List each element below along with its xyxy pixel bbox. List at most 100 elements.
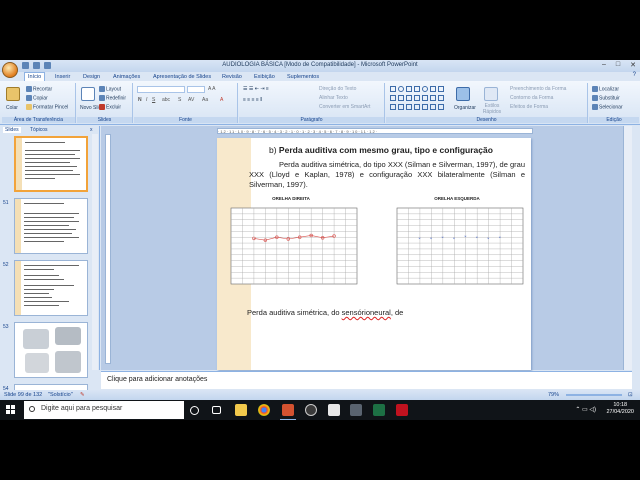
task-view-icon[interactable] — [212, 406, 221, 414]
fit-window-icon[interactable]: ⊡ — [628, 392, 633, 398]
font-color-icon[interactable]: A — [220, 97, 223, 103]
reset-button[interactable]: Redefinir — [99, 95, 126, 101]
triangle-shape-icon[interactable] — [438, 86, 444, 92]
smartart-button[interactable]: Converter em SmartArt — [319, 104, 370, 110]
pdf-reader-icon[interactable] — [396, 404, 408, 416]
strikethrough-icon[interactable]: abc — [162, 97, 170, 103]
layout-button[interactable]: Layout — [99, 86, 121, 92]
slide-canvas[interactable]: b) Perda auditiva com mesmo grau, tipo e… — [217, 138, 531, 370]
cortana-icon[interactable] — [190, 406, 199, 415]
slide-heading[interactable]: b) Perda auditiva com mesmo grau, tipo e… — [269, 145, 493, 155]
replace-button[interactable]: Substituir — [592, 95, 620, 101]
align-text-button[interactable]: Alinhar Texto — [319, 95, 348, 101]
arrange-button[interactable]: Organizar — [454, 105, 476, 111]
powerpoint-icon[interactable] — [280, 404, 296, 420]
copy-button[interactable]: Copiar — [26, 95, 48, 101]
notes-pane[interactable]: Clique para adicionar anotações — [101, 371, 632, 389]
tab-slides[interactable]: Slides — [3, 127, 21, 133]
office-button[interactable] — [2, 62, 18, 78]
spacing-icon[interactable]: AV — [188, 97, 194, 103]
oval-shape-icon[interactable] — [398, 86, 404, 92]
italic-icon[interactable]: I — [146, 97, 147, 103]
block-arrow-shape-icon[interactable] — [438, 95, 444, 101]
rectangle-shape-icon[interactable] — [390, 86, 396, 92]
close-panel-icon[interactable]: x — [90, 127, 93, 133]
arrow-shape-icon[interactable] — [398, 95, 404, 101]
zoom-slider[interactable] — [566, 394, 622, 396]
shadow-icon[interactable]: S — [178, 97, 181, 103]
brace-shape-icon[interactable] — [414, 95, 420, 101]
taskbar-clock[interactable]: 10:18 27/04/2020 — [606, 402, 634, 416]
slide-thumbnail[interactable] — [0, 136, 96, 194]
cut-button[interactable]: Recortar — [26, 86, 52, 92]
calculator-icon[interactable] — [350, 404, 362, 416]
heart-shape-icon[interactable] — [414, 104, 420, 110]
slide-scrollbar[interactable] — [623, 126, 632, 370]
close-icon[interactable]: ✕ — [630, 61, 636, 69]
select-button[interactable]: Selecionar — [592, 104, 623, 110]
delete-button[interactable]: Excluir — [99, 104, 121, 110]
bracket-shape-icon[interactable] — [430, 104, 436, 110]
lightning-shape-icon[interactable] — [422, 104, 428, 110]
curve-shape-icon[interactable] — [390, 104, 396, 110]
find-button[interactable]: Localizar — [592, 86, 619, 92]
font-size-field[interactable] — [187, 86, 205, 93]
change-case-icon[interactable]: Aa — [202, 97, 208, 103]
maximize-icon[interactable]: □ — [616, 61, 620, 69]
freeform-shape-icon[interactable] — [398, 104, 404, 110]
file-explorer-icon[interactable] — [235, 404, 247, 416]
align-icons[interactable]: ≡ ≡ ≡ ≡ ‖ — [243, 97, 262, 103]
star-shape-icon[interactable] — [422, 95, 428, 101]
panel-scrollbar[interactable] — [92, 134, 98, 370]
textbox-shape-icon[interactable] — [406, 86, 412, 92]
bullets-icon[interactable]: ☰ ☰ ⇤ ⇥ ≡ — [243, 86, 269, 92]
tab-inserir[interactable]: Inserir — [52, 73, 73, 81]
slide-bottom-text[interactable]: Perda auditiva simétrica, do sensórioneu… — [247, 308, 403, 317]
audiogram-right-ear[interactable]: ORELHA DIREITA — [221, 196, 361, 286]
slide-paragraph[interactable]: Perda auditiva simétrica, do tipo XXX (S… — [249, 160, 525, 190]
line-shape-icon[interactable] — [390, 95, 396, 101]
taskbar-search[interactable]: Digite aqui para pesquisar — [24, 401, 184, 419]
tab-topicos[interactable]: Tópicos — [30, 127, 48, 133]
text-direction-button[interactable]: Direção do Texto — [319, 86, 356, 92]
rounded-rect-shape-icon[interactable] — [414, 86, 420, 92]
paste-button[interactable]: Colar — [6, 105, 18, 111]
cloud-shape-icon[interactable] — [438, 104, 444, 110]
spellcheck-icon[interactable]: ✎ — [80, 392, 85, 398]
shape-fill-button[interactable]: Preenchimento da Forma — [510, 86, 566, 92]
tab-revisao[interactable]: Revisão — [219, 73, 245, 81]
quick-styles-button[interactable]: Estilos Rápidos — [480, 103, 504, 115]
square-shape-icon[interactable] — [430, 86, 436, 92]
help-icon[interactable]: ? — [633, 72, 636, 78]
tab-exibicao[interactable]: Exibição — [251, 73, 278, 81]
screen: AUDIOLOGIA BÁSICA [Modo de Compatibilida… — [0, 0, 640, 480]
slide-thumbnail[interactable]: 53 — [0, 322, 96, 380]
shape-effects-button[interactable]: Efeitos de Forma — [510, 104, 548, 110]
underline-icon[interactable]: S — [152, 97, 155, 103]
tab-inicio[interactable]: Início — [24, 72, 46, 81]
excel-icon[interactable] — [373, 404, 385, 416]
scribble-shape-icon[interactable] — [406, 104, 412, 110]
zoom-level[interactable]: 79% — [548, 392, 559, 398]
store-icon[interactable] — [328, 404, 340, 416]
settings-icon[interactable] — [305, 404, 317, 416]
chrome-icon[interactable] — [258, 404, 270, 416]
format-painter-button[interactable]: Formatar Pincel — [26, 104, 68, 110]
shape-outline-button[interactable]: Contorno da Forma — [510, 95, 553, 101]
audiogram-left-ear[interactable]: ORELHA ESQUERDA × × × × × × × × — [387, 196, 527, 286]
tab-suplementos[interactable]: Suplementos — [284, 73, 322, 81]
minimize-icon[interactable]: – — [602, 61, 606, 69]
slide-thumbnail[interactable]: 51 — [0, 198, 96, 256]
windows-start-icon[interactable] — [6, 405, 16, 415]
slide-thumbnail[interactable]: 52 — [0, 260, 96, 318]
connector-shape-icon[interactable] — [406, 95, 412, 101]
tab-animacoes[interactable]: Animações — [110, 73, 143, 81]
bold-icon[interactable]: N — [138, 97, 142, 103]
tab-design[interactable]: Design — [80, 73, 103, 81]
circle-shape-icon[interactable] — [422, 86, 428, 92]
font-name-field[interactable] — [137, 86, 185, 93]
grow-font-icon[interactable]: A A — [208, 86, 216, 92]
tab-apresentacao[interactable]: Apresentação de Slides — [150, 73, 214, 81]
system-tray[interactable]: ⌃ ▭ ◁) — [575, 406, 596, 413]
callout-shape-icon[interactable] — [430, 95, 436, 101]
